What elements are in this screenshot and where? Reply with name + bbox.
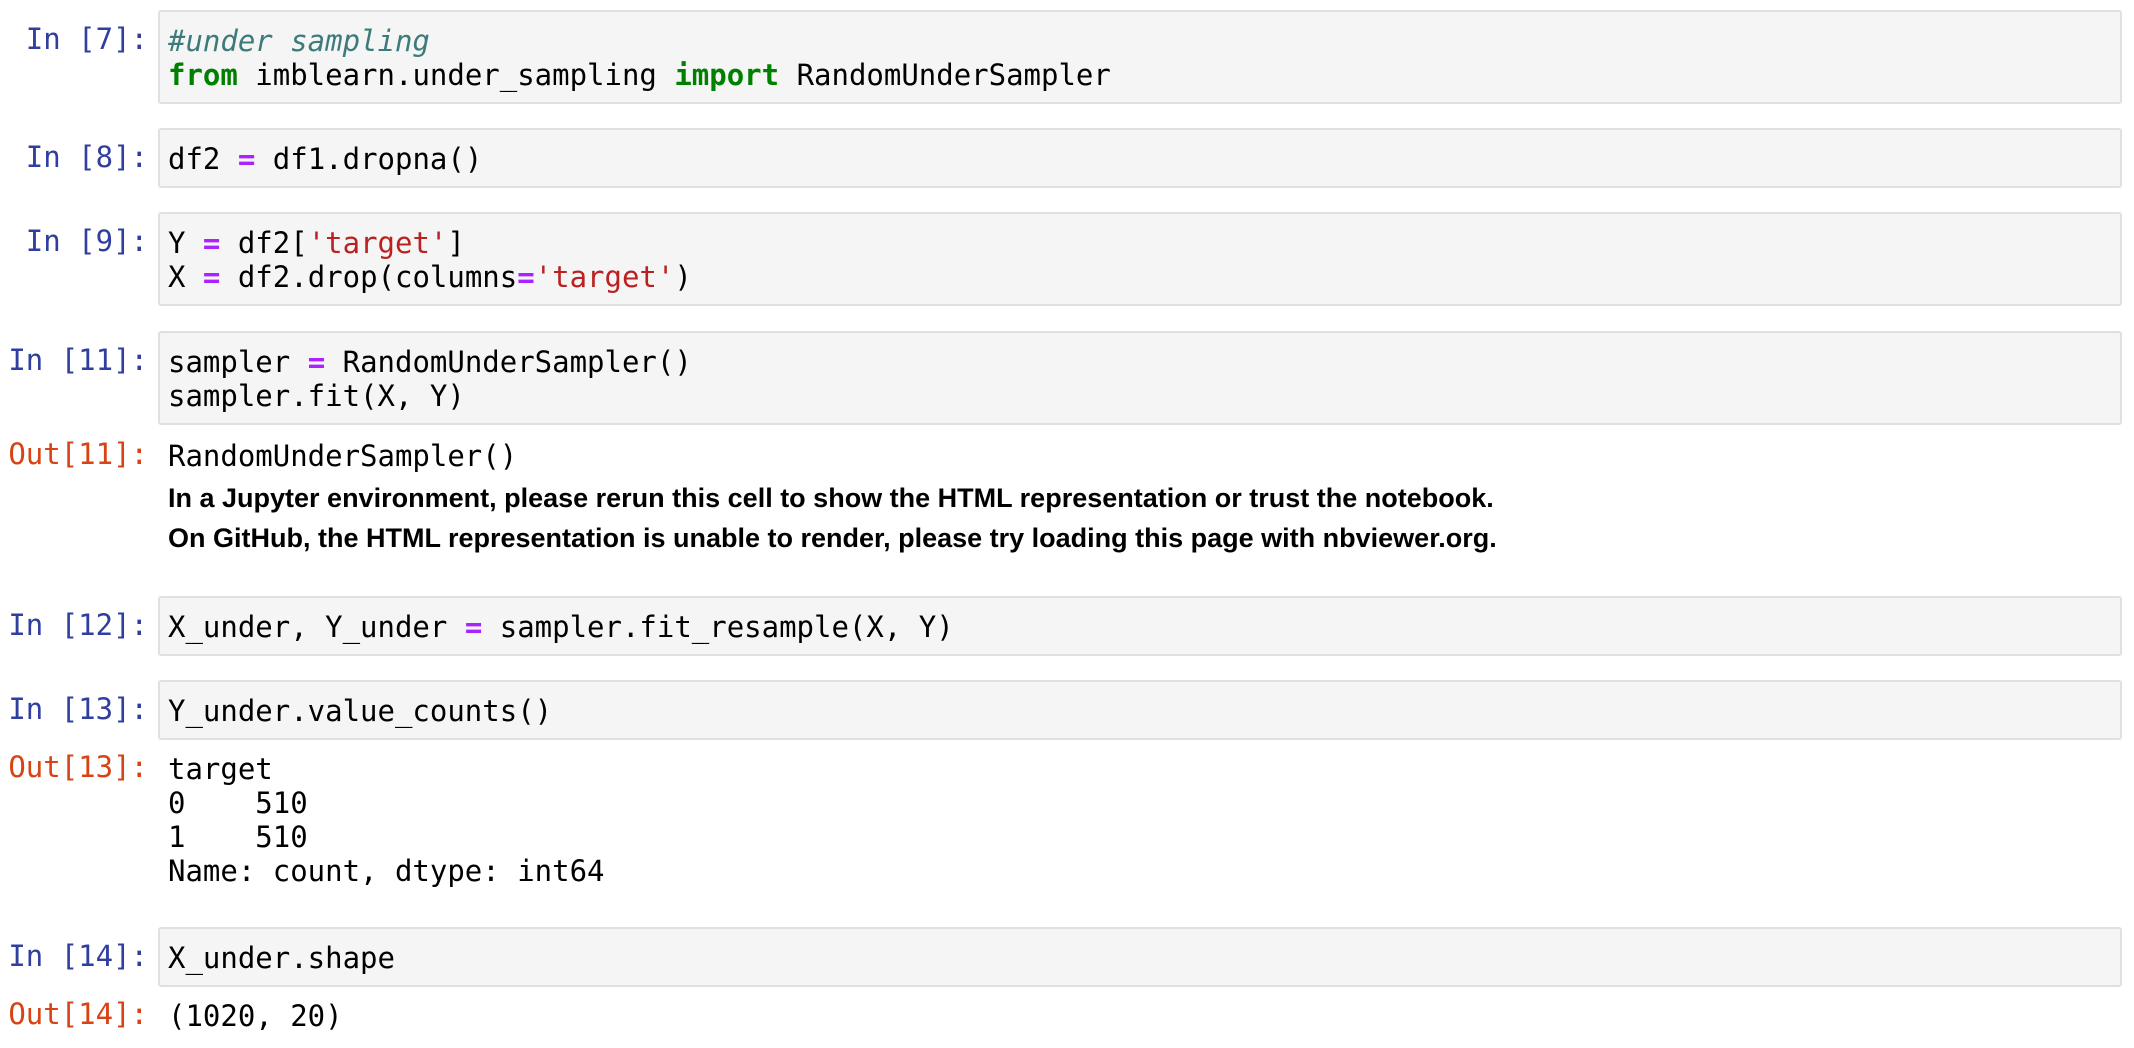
code-token: sampler bbox=[168, 345, 308, 379]
code-token: X bbox=[168, 260, 203, 294]
code-editor[interactable]: Y_under.value_counts() bbox=[158, 680, 2122, 740]
output-warning-text: In a Jupyter environment, please rerun t… bbox=[168, 483, 1494, 513]
output-line: Name: count, dtype: int64 bbox=[168, 854, 605, 888]
code-line: Y = df2['target'] bbox=[168, 226, 465, 260]
input-prompt: In [12]: bbox=[8, 608, 148, 642]
code-token: X_under.shape bbox=[168, 941, 395, 975]
output-line: target bbox=[168, 752, 273, 786]
input-prompt: In [14]: bbox=[8, 939, 148, 973]
code-token: RandomUnderSampler bbox=[779, 58, 1111, 92]
output-warning-text: On GitHub, the HTML representation is un… bbox=[168, 523, 1497, 553]
code-token-op: = bbox=[307, 345, 326, 379]
code-editor[interactable]: X_under.shape bbox=[158, 927, 2122, 987]
code-token-st: 'target' bbox=[307, 226, 448, 260]
code-token: RandomUnderSampler() bbox=[325, 345, 692, 379]
code-token: ) bbox=[674, 260, 692, 294]
input-prompt: In [7]: bbox=[25, 22, 148, 56]
notebook: In [7]: #under sampling from imblearn.un… bbox=[0, 0, 2134, 1048]
code-line: df2 = df1.dropna() bbox=[168, 142, 482, 176]
code-line: from imblearn.under_sampling import Rand… bbox=[168, 58, 1111, 92]
code-editor[interactable]: df2 = df1.dropna() bbox=[158, 128, 2122, 188]
code-token: df2 bbox=[168, 142, 238, 176]
code-token: sampler.fit(X, Y) bbox=[168, 379, 465, 413]
output-prompt: Out[11]: bbox=[8, 437, 148, 471]
output-line: (1020, 20) bbox=[168, 999, 343, 1033]
output-prompt: Out[14]: bbox=[8, 997, 148, 1031]
input-prompt: In [9]: bbox=[25, 224, 148, 258]
code-editor[interactable]: X_under, Y_under = sampler.fit_resample(… bbox=[158, 596, 2122, 656]
code-line: sampler = RandomUnderSampler() bbox=[168, 345, 692, 379]
code-line: X = df2.drop(columns='target') bbox=[168, 260, 692, 294]
input-prompt: In [11]: bbox=[8, 343, 148, 377]
code-token-cm: #under sampling bbox=[168, 24, 430, 58]
code-editor[interactable]: #under sampling from imblearn.under_samp… bbox=[158, 10, 2122, 104]
code-token: df2[ bbox=[220, 226, 308, 260]
code-line: X_under, Y_under = sampler.fit_resample(… bbox=[168, 610, 954, 644]
code-line: #under sampling bbox=[168, 24, 430, 58]
code-token: X_under, Y_under bbox=[168, 610, 465, 644]
code-line: sampler.fit(X, Y) bbox=[168, 379, 465, 413]
output-prompt: Out[13]: bbox=[8, 750, 148, 784]
output-line: RandomUnderSampler() bbox=[168, 439, 518, 473]
code-token-op: = bbox=[237, 142, 256, 176]
code-token: df2.drop(columns bbox=[220, 260, 518, 294]
code-line: Y_under.value_counts() bbox=[168, 694, 552, 728]
code-token-op: = bbox=[202, 226, 221, 260]
code-token: imblearn.under_sampling bbox=[237, 58, 675, 92]
code-token-op: = bbox=[202, 260, 221, 294]
input-prompt: In [8]: bbox=[25, 140, 148, 174]
input-prompt: In [13]: bbox=[8, 692, 148, 726]
code-token-op: = bbox=[464, 610, 483, 644]
code-token: ] bbox=[447, 226, 465, 260]
code-token-kw: import bbox=[674, 58, 780, 92]
code-token-kw: from bbox=[168, 58, 238, 92]
code-editor[interactable]: Y = df2['target'] X = df2.drop(columns='… bbox=[158, 212, 2122, 306]
code-token: Y bbox=[168, 226, 203, 260]
code-token-st: 'target' bbox=[534, 260, 675, 294]
output-line: 1 510 bbox=[168, 820, 308, 854]
code-token-op: = bbox=[517, 260, 535, 294]
code-editor[interactable]: sampler = RandomUnderSampler() sampler.f… bbox=[158, 331, 2122, 425]
code-token: df1.dropna() bbox=[255, 142, 483, 176]
code-token: sampler.fit_resample(X, Y) bbox=[482, 610, 954, 644]
code-token: Y_under.value_counts() bbox=[168, 694, 553, 728]
code-line: X_under.shape bbox=[168, 941, 395, 975]
output-line: 0 510 bbox=[168, 786, 308, 820]
